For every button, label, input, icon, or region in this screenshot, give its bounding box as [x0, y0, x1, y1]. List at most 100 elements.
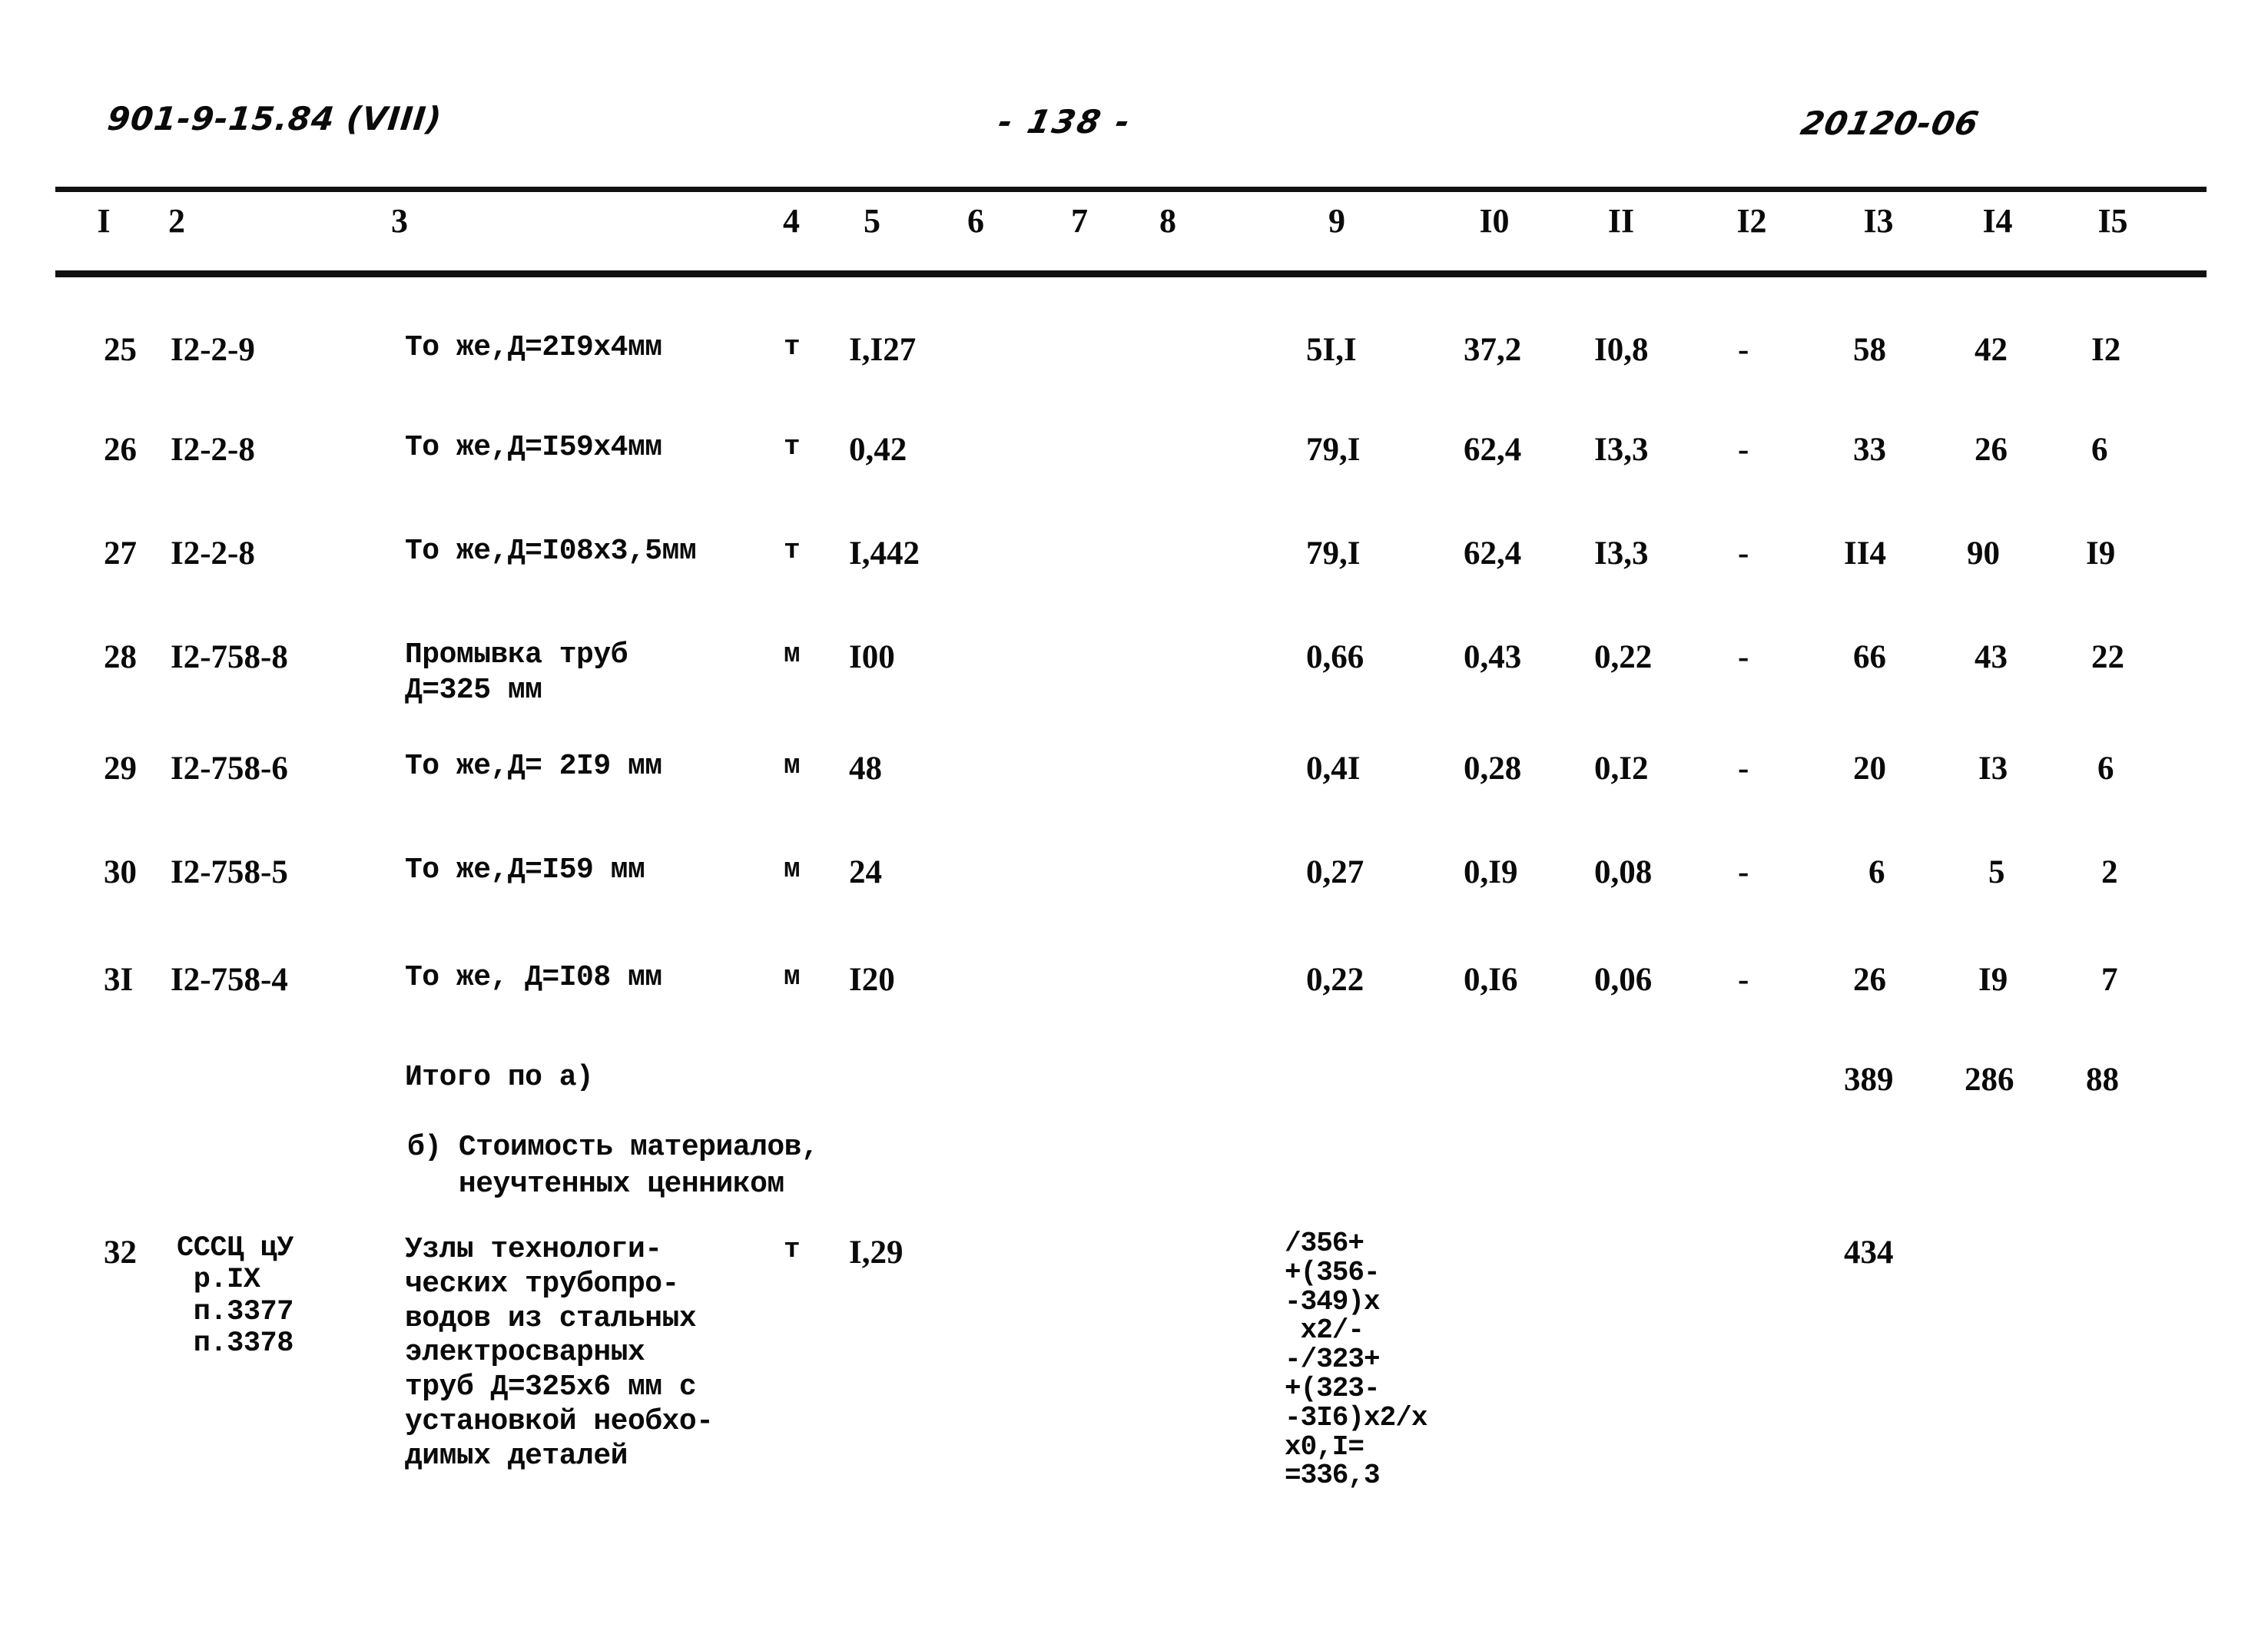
row-unit: м: [784, 961, 801, 993]
row-unit: м: [784, 750, 801, 781]
row-unit: м: [784, 853, 801, 885]
row-col14: 26: [1975, 432, 2008, 468]
row-col10: 62,4: [1464, 535, 1522, 572]
row-col13: 33: [1853, 432, 1886, 468]
row-qty: I,29: [849, 1235, 904, 1271]
row-col12: -: [1738, 751, 1749, 787]
row-col13: 20: [1853, 751, 1886, 787]
row-col11: I0,8: [1594, 332, 1649, 368]
row-code: I2-2-9: [171, 332, 255, 368]
row-unit: т: [784, 1234, 801, 1265]
column-header-5: 5: [864, 202, 880, 240]
row-col10: 62,4: [1464, 432, 1522, 468]
column-header-6: 6: [967, 202, 984, 240]
column-header-7: 7: [1071, 202, 1088, 240]
row-qty: 48: [849, 751, 882, 787]
row-desc: То же,Д=I59 мм: [405, 853, 645, 887]
row-col9: 0,27: [1306, 854, 1364, 890]
row-col13: 58: [1853, 332, 1886, 368]
row-desc: То же, Д=I08 мм: [405, 961, 662, 994]
row-unit: т: [784, 331, 801, 363]
page-header: 901-9-15.84 (VIII) - 138 - 20120-06: [0, 100, 2268, 154]
row-code: СССЦ цУ р.IX п.3377 п.3378: [177, 1232, 293, 1361]
row-col10: 0,I6: [1464, 962, 1518, 998]
row-col11: 0,06: [1594, 962, 1653, 998]
row-col11: 0,I2: [1594, 751, 1649, 787]
table-header-rule: [55, 270, 2207, 277]
column-header-13: I3: [1863, 202, 1894, 240]
row-col10: 0,43: [1464, 639, 1522, 675]
row-qty: 24: [849, 854, 882, 890]
page-number: - 138 -: [994, 103, 1136, 141]
table-column-headers: I 2 3 4 5 6 7 8 9 I0 II I2 I3 I4 I5: [0, 201, 2268, 263]
row-col12: -: [1738, 535, 1749, 572]
sheet-code: 20120-06: [1797, 104, 1983, 142]
row-code: I2-758-4: [171, 962, 288, 998]
row-col12: -: [1738, 332, 1749, 368]
row-qty: I,I27: [849, 332, 917, 368]
row-code: I2-758-5: [171, 854, 288, 890]
column-header-11: II: [1607, 202, 1635, 240]
scanned-document-page: 901-9-15.84 (VIII) - 138 - 20120-06 I 2 …: [0, 0, 2268, 1634]
row-col12: -: [1738, 432, 1749, 468]
table-top-rule: [55, 187, 2207, 192]
row-index: 28: [104, 639, 137, 675]
row-col14: 5: [1988, 854, 2005, 890]
row-unit: м: [784, 638, 801, 670]
row-desc: То же,Д=I08х3,5мм: [405, 535, 697, 568]
column-header-14: I4: [1982, 202, 2013, 240]
subtotal-col13: 389: [1844, 1062, 1894, 1098]
column-header-12: I2: [1736, 202, 1767, 240]
row-col14: I9: [1978, 962, 2008, 998]
row-col12: -: [1738, 962, 1749, 998]
row-col13: II4: [1844, 535, 1886, 572]
row-index: 30: [104, 854, 137, 890]
column-header-3: 3: [391, 202, 408, 240]
row-col12: -: [1738, 854, 1749, 890]
row-code: I2-758-6: [171, 751, 288, 787]
row-desc: Узлы технологи- ческих трубопро- водов и…: [405, 1233, 714, 1473]
row-col10: 0,28: [1464, 751, 1522, 787]
row-index: 27: [104, 535, 137, 572]
row-col9: 0,22: [1306, 962, 1364, 998]
row-col15: 6: [2097, 751, 2114, 787]
row-index: 3I: [104, 962, 134, 998]
row-col13: 6: [1868, 854, 1885, 890]
row-col15: 2: [2101, 854, 2118, 890]
row-code: I2-2-8: [171, 535, 255, 572]
row-col11: 0,08: [1594, 854, 1653, 890]
row-col9: 79,I: [1306, 535, 1361, 572]
row-qty: I,442: [849, 535, 920, 572]
section-b-heading: б) Стоимость материалов, неучтенных ценн…: [407, 1131, 819, 1201]
row-col9: 5I,I: [1306, 332, 1357, 368]
row-col9-formula: /356+ +(356- -349)х х2/- -/323+ +(323- -…: [1285, 1228, 1427, 1492]
row-col14: 43: [1975, 639, 2008, 675]
column-header-2: 2: [168, 202, 185, 240]
row-col11: I3,3: [1594, 535, 1649, 572]
row-col9: 79,I: [1306, 432, 1361, 468]
row-col14: 42: [1975, 332, 2008, 368]
subtotal-col14: 286: [1965, 1062, 2014, 1098]
row-desc: То же,Д=I59х4мм: [405, 431, 662, 464]
row-desc: То же,Д= 2I9 мм: [405, 750, 662, 783]
row-index: 29: [104, 751, 137, 787]
row-index: 25: [104, 332, 137, 368]
subtotal-label: Итого по а): [405, 1061, 594, 1094]
column-header-4: 4: [783, 202, 800, 240]
subtotal-col15: 88: [2086, 1062, 2119, 1098]
row-qty: 0,42: [849, 432, 907, 468]
row-index: 26: [104, 432, 137, 468]
row-code: I2-758-8: [171, 639, 288, 675]
row-code: I2-2-8: [171, 432, 255, 468]
row-col15: I2: [2091, 332, 2121, 368]
row-col14: I3: [1978, 751, 2008, 787]
column-header-10: I0: [1479, 202, 1510, 240]
column-header-8: 8: [1159, 202, 1176, 240]
row-qty: I20: [849, 962, 895, 998]
row-col15: I9: [2086, 535, 2116, 572]
row-index: 32: [104, 1235, 137, 1271]
row-unit: т: [784, 431, 801, 462]
row-qty: I00: [849, 639, 895, 675]
row-col13: 434: [1844, 1235, 1894, 1271]
row-col13: 26: [1853, 962, 1886, 998]
